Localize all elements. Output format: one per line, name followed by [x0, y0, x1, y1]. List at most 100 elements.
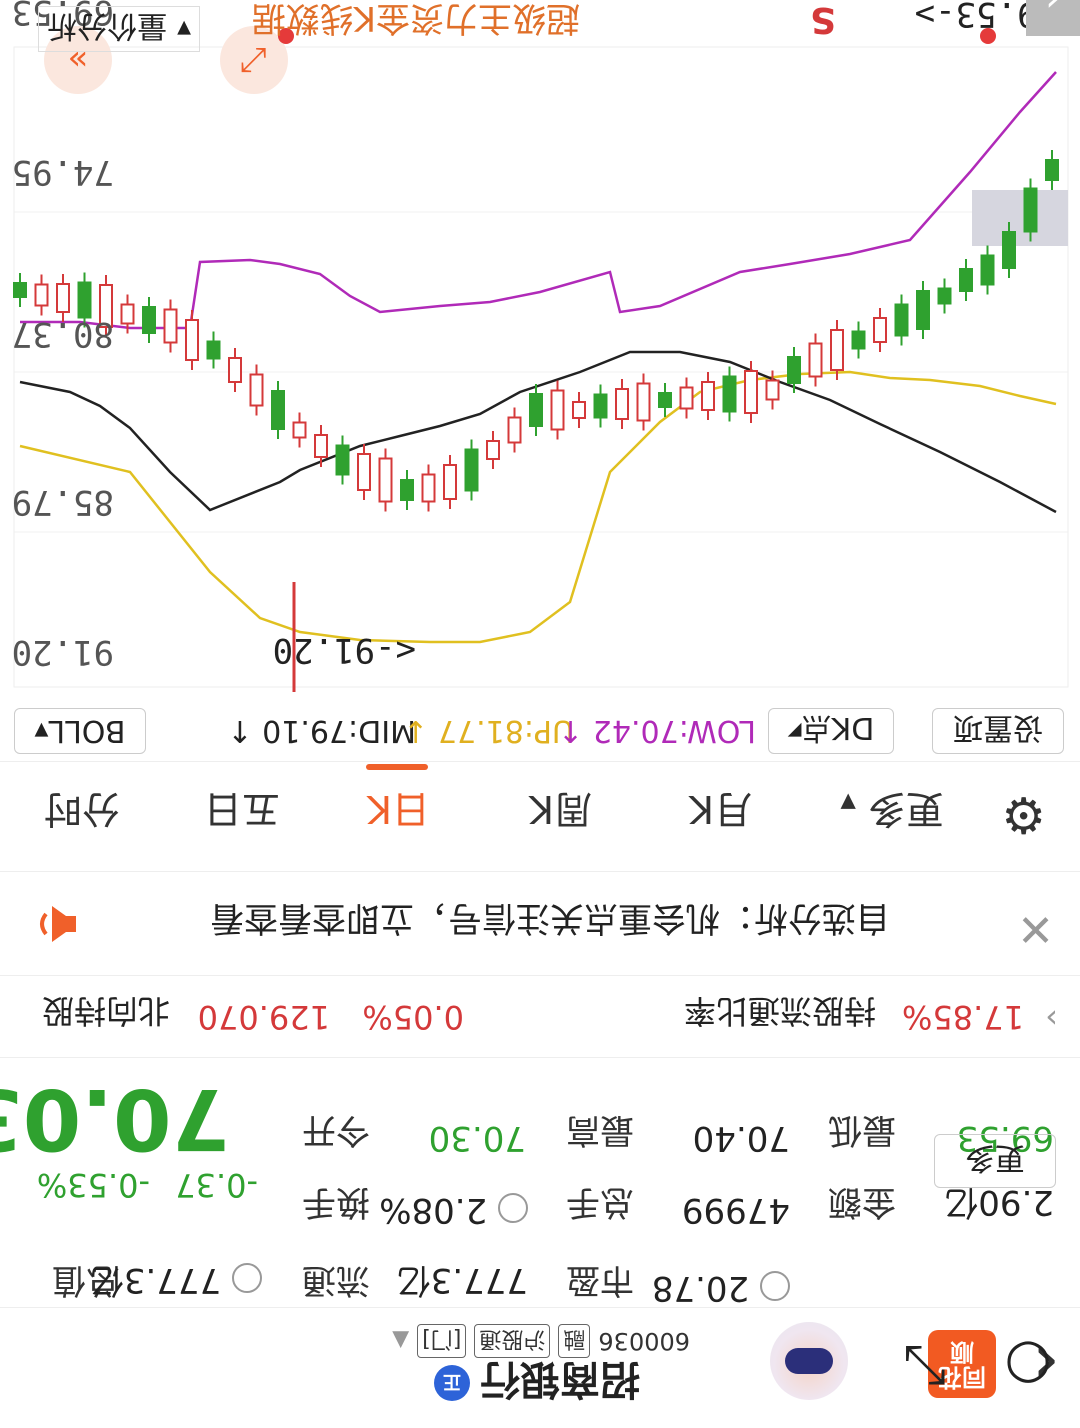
float-cap-label: 流通: [302, 1260, 370, 1300]
notice-bar[interactable]: 自选分析：机会重点关注信号，立即查看查看 ✕: [0, 871, 1080, 976]
tab-more-label: 更多: [867, 787, 944, 831]
connect-tag: 沪股通: [474, 1324, 551, 1358]
amount-value: 2.90亿: [944, 1182, 1054, 1222]
more-quote-button[interactable]: 更多: [934, 1134, 1056, 1188]
notice-text: 自选分析：机会重点关注信号，立即查看查看: [210, 898, 890, 938]
tab-more[interactable]: 更多 ▼: [841, 785, 945, 840]
page: ‹ 同花 顺 招商银行 正 600036 融 沪股通 [门] ▲ ⤡ ○ 70.…: [0, 0, 1080, 1428]
dk-label: DK点: [801, 710, 875, 745]
highlight-region: [972, 190, 1068, 246]
min-price-label: <-91.20: [272, 630, 416, 670]
y-tick-label: 74.95: [11, 152, 114, 192]
candle-body: [529, 393, 543, 427]
chevron-right-icon: ›: [1045, 1000, 1058, 1038]
candle-body: [679, 386, 694, 410]
kline-chart[interactable]: 69.53 74.95 80.37 85.79 91.20 69.53-> <-…: [0, 0, 1080, 692]
notify-dot: [980, 28, 996, 44]
chart-frame: [13, 46, 1069, 688]
candle-body: [357, 453, 371, 491]
info-icon[interactable]: [232, 1263, 262, 1294]
candle-body: [701, 381, 715, 411]
search-icon[interactable]: ○: [996, 1334, 1060, 1398]
candle-body: [185, 319, 199, 361]
dropdown-icon: ▼: [840, 791, 856, 815]
info-icon[interactable]: [760, 1271, 790, 1302]
candle-body: [1002, 231, 1016, 269]
candle-body: [163, 308, 178, 344]
candle-body: [13, 282, 27, 298]
candle-body: [292, 421, 307, 439]
candle-body: [77, 281, 92, 319]
dropdown-icon[interactable]: ▲: [392, 1329, 409, 1354]
gear-icon[interactable]: ⚙: [1001, 786, 1046, 844]
dropdown-icon: ▼: [177, 18, 191, 40]
indicator-name: BOLL: [48, 713, 126, 749]
stock-header: ‹ 同花 顺 招商银行 正 600036 融 沪股通 [门] ▲ ⤡ ○: [0, 1307, 1080, 1428]
y-tick-label: 80.37: [11, 314, 114, 354]
indicator-select[interactable]: BOLL ▼: [14, 708, 146, 754]
candle-body: [142, 306, 156, 334]
volume-value: 47999: [681, 1190, 790, 1230]
current-price: 70.03: [0, 1070, 230, 1168]
candle-body: [808, 342, 823, 378]
candle-body: [765, 379, 780, 401]
northbound-pct: 0.05%: [362, 998, 464, 1036]
tab-daily-k[interactable]: 日K: [367, 785, 430, 840]
candle-body: [937, 287, 952, 305]
candle-body: [507, 416, 522, 444]
chevron-left-icon[interactable]: ‹: [1026, 0, 1080, 36]
candle-body: [249, 373, 264, 407]
float-cap-value: 777.3亿: [396, 1260, 528, 1300]
candle-body: [959, 268, 973, 292]
pe-value: 20.78: [651, 1268, 750, 1308]
open-label: 今开: [302, 1110, 370, 1150]
tab-monthly-k[interactable]: 月K: [689, 785, 752, 840]
float-ratio-value: 17.85%: [901, 998, 1024, 1036]
boll-upper-line: [20, 71, 1057, 330]
candle-body: [378, 457, 393, 503]
candle-body: [550, 389, 565, 431]
turnover-value: 2.08%: [379, 1190, 488, 1230]
speaker-icon: [40, 906, 76, 942]
fullscreen-icon[interactable]: ⤡: [894, 1334, 958, 1398]
tab-intraday[interactable]: 分时: [44, 785, 120, 840]
boll-low: LOW:70.42 ↑: [558, 713, 756, 748]
tab-five-day[interactable]: 五日: [204, 785, 280, 840]
door-tag: [门]: [417, 1324, 467, 1358]
candle-body: [851, 330, 866, 350]
northbound-row[interactable]: 北向持股 129.070 0.05% 持股流通比率 17.85% ›: [0, 975, 1080, 1058]
dk-point-button[interactable]: DK点 ◤: [768, 708, 894, 754]
analysis-select[interactable]: ▼ 量价分析: [38, 6, 200, 52]
candle-body: [120, 303, 135, 325]
period-tabs: 分时 五日 日K 周K 月K 更多 ▼ ⚙: [0, 761, 1080, 872]
candle-body: [572, 401, 586, 419]
boll-mid-line: [19, 350, 1057, 514]
candle-body: [271, 390, 285, 430]
candle-body: [56, 283, 70, 313]
boll-up: UP:81.77 ↓: [403, 713, 574, 748]
candle-body: [894, 303, 909, 337]
tab-weekly-k[interactable]: 周K: [529, 785, 592, 840]
price-change-pct: -0.53%: [36, 1166, 150, 1204]
indicator-bar: BOLL ▼ MID:79.10 ↑ UP:81.77 ↓ LOW:70.42 …: [0, 692, 1080, 762]
stock-name: 招商银行: [480, 1356, 640, 1402]
close-icon[interactable]: ✕: [1017, 903, 1054, 954]
turnover-value-wrap: 2.08%: [379, 1190, 528, 1230]
price-change: -0.37: [175, 1166, 258, 1204]
assistant-robot-icon[interactable]: [770, 1322, 848, 1400]
y-tick-label: 91.20: [11, 632, 114, 672]
candle-body: [443, 464, 457, 500]
turnover-label: 换手: [302, 1182, 370, 1222]
candle-body: [1045, 159, 1059, 181]
kline-svg[interactable]: [0, 0, 1080, 692]
candle-body: [744, 370, 758, 414]
total-cap-value: 777.3亿: [89, 1260, 222, 1300]
active-tab-underline: [366, 764, 428, 770]
settings-button[interactable]: 设置项: [932, 708, 1064, 754]
candle-body: [980, 254, 995, 286]
info-icon[interactable]: [498, 1193, 528, 1224]
candle-body: [916, 290, 930, 330]
candle-body: [636, 382, 651, 422]
candle-body: [335, 444, 350, 476]
float-ratio-label: 持股流通比率: [683, 992, 876, 1030]
